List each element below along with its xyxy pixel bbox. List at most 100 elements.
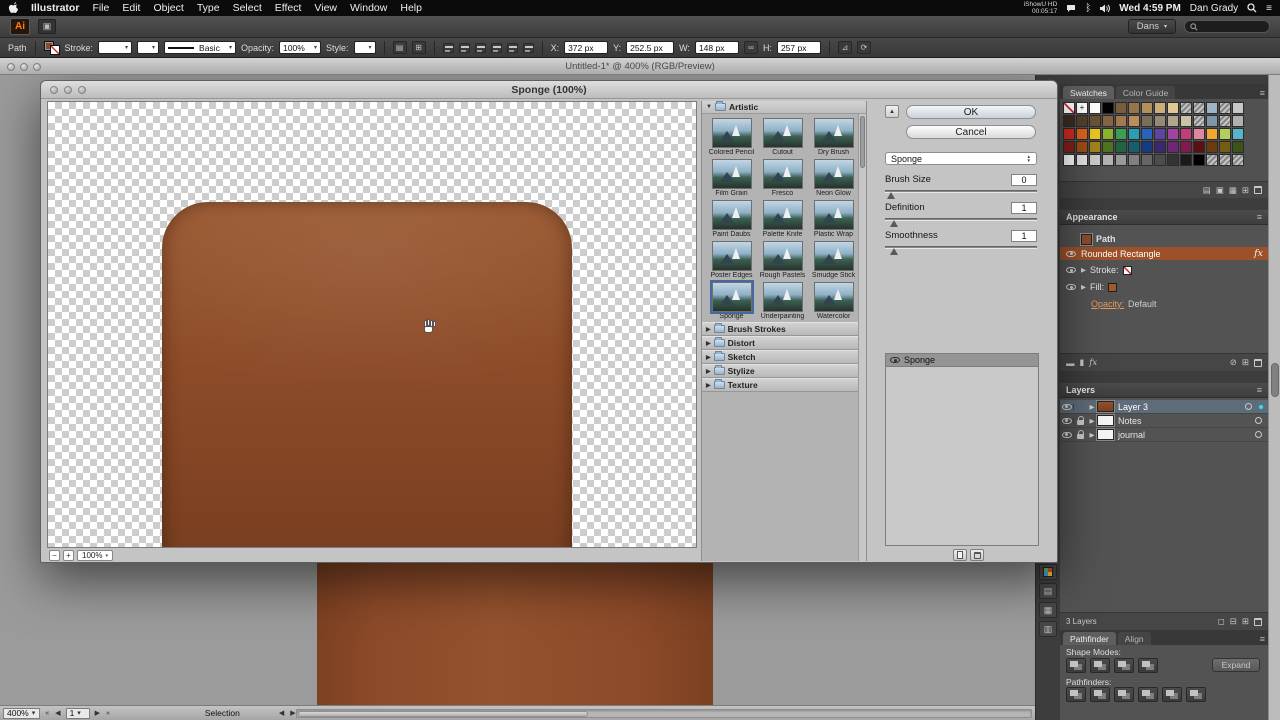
make-clipping-mask-icon[interactable]: ◻ bbox=[1218, 616, 1225, 627]
speech-bubble-icon[interactable] bbox=[1066, 4, 1076, 13]
expand-button[interactable]: Expand bbox=[1212, 658, 1260, 672]
filter-colored-pencil[interactable]: Colored Pencil bbox=[706, 118, 757, 156]
new-effect-layer-button[interactable] bbox=[953, 549, 967, 561]
align-left-icon[interactable] bbox=[442, 42, 454, 53]
last-artboard-button[interactable]: » bbox=[105, 710, 111, 717]
opacity-field[interactable]: 100% ▾ bbox=[279, 41, 322, 54]
spotlight-icon[interactable] bbox=[1247, 3, 1257, 13]
swatch[interactable] bbox=[1102, 115, 1114, 127]
new-effect-icon[interactable]: fx bbox=[1089, 358, 1097, 368]
swatch[interactable] bbox=[1180, 141, 1192, 153]
visibility-eye-icon[interactable] bbox=[1061, 403, 1072, 410]
filter-watercolor[interactable]: Watercolor bbox=[808, 282, 859, 320]
param-slider-brush-size[interactable] bbox=[885, 186, 1037, 200]
panel-menu-icon[interactable]: ≡ bbox=[1257, 212, 1262, 222]
menu-item-select[interactable]: Select bbox=[233, 2, 262, 14]
disclosure-triangle-icon[interactable]: ▶ bbox=[1087, 431, 1097, 439]
filter-browser-scrollbar[interactable] bbox=[858, 114, 866, 561]
panel-dock-scrollbar-thumb[interactable] bbox=[1271, 363, 1279, 397]
swatch[interactable] bbox=[1219, 141, 1231, 153]
apple-icon[interactable] bbox=[8, 2, 18, 14]
swatch[interactable] bbox=[1206, 128, 1218, 140]
swatch[interactable] bbox=[1167, 115, 1179, 127]
disclosure-triangle-icon[interactable]: ▶ bbox=[1087, 403, 1097, 411]
tab-pathfinder[interactable]: Pathfinder bbox=[1063, 632, 1116, 645]
menu-user[interactable]: Dan Grady bbox=[1190, 3, 1238, 14]
minimize-button[interactable] bbox=[20, 63, 28, 71]
hide-thumbnails-button[interactable]: ▲ bbox=[885, 105, 899, 118]
swatch[interactable] bbox=[1232, 102, 1244, 114]
swatch[interactable] bbox=[1128, 141, 1140, 153]
category-sketch[interactable]: ▶ Sketch bbox=[702, 350, 866, 364]
category-artistic[interactable]: ▼ Artistic bbox=[702, 101, 866, 114]
effect-layer-row[interactable]: Sponge bbox=[886, 354, 1038, 367]
artboard-nav-field[interactable]: 1 ▾ bbox=[65, 707, 90, 719]
swatch[interactable] bbox=[1206, 102, 1218, 114]
artboard-rounded-rectangle[interactable] bbox=[317, 562, 713, 706]
delete-layer-icon[interactable] bbox=[1254, 617, 1262, 626]
menu-item-object[interactable]: Object bbox=[153, 2, 183, 14]
layers-header[interactable]: Layers ≡ bbox=[1060, 383, 1268, 398]
dialog-close-button[interactable] bbox=[50, 86, 58, 94]
dock-symbols-panel-icon[interactable]: ▦ bbox=[1039, 602, 1057, 618]
swatch[interactable] bbox=[1219, 128, 1231, 140]
visibility-eye-icon[interactable] bbox=[1066, 284, 1076, 290]
scroll-left-button[interactable]: ◀ bbox=[278, 709, 285, 717]
visibility-eye-icon[interactable] bbox=[1061, 431, 1072, 438]
dialog-zoom-button[interactable] bbox=[78, 86, 86, 94]
align-top-icon[interactable] bbox=[490, 42, 502, 53]
dialog-minimize-button[interactable] bbox=[64, 86, 72, 94]
swatch[interactable] bbox=[1089, 102, 1101, 114]
delete-swatch-icon[interactable] bbox=[1254, 186, 1262, 194]
new-swatch-icon[interactable]: ⊞ bbox=[1242, 185, 1249, 196]
prev-artboard-button[interactable]: ◀ bbox=[54, 709, 61, 717]
slider-thumb[interactable] bbox=[890, 248, 898, 255]
filter-palette-knife[interactable]: Palette Knife bbox=[757, 200, 808, 238]
swatch[interactable] bbox=[1115, 154, 1127, 166]
target-circle-icon[interactable] bbox=[1245, 403, 1252, 410]
swatch[interactable] bbox=[1115, 115, 1127, 127]
zoom-in-button[interactable]: + bbox=[63, 550, 74, 561]
stroke-profile-select[interactable]: ▾ bbox=[137, 41, 160, 54]
swatch[interactable] bbox=[1141, 141, 1153, 153]
close-button[interactable] bbox=[7, 63, 15, 71]
next-artboard-button[interactable]: ▶ bbox=[94, 709, 101, 717]
stroke-color-swatch[interactable] bbox=[1122, 265, 1132, 275]
swatch-registration[interactable]: + bbox=[1076, 102, 1088, 114]
effect-layers-list[interactable]: Sponge bbox=[885, 353, 1039, 546]
swatch-pattern[interactable] bbox=[1180, 102, 1192, 114]
dialog-title-bar[interactable]: Sponge (100%) bbox=[41, 81, 1057, 99]
swatch[interactable] bbox=[1154, 115, 1166, 127]
align-bottom-icon[interactable] bbox=[522, 42, 534, 53]
filter-rough-pastels[interactable]: Rough Pastels bbox=[757, 241, 808, 279]
disclosure-triangle-icon[interactable]: ▶ bbox=[1087, 417, 1097, 425]
minus-front-button[interactable] bbox=[1090, 658, 1110, 673]
swatch-pattern[interactable] bbox=[1219, 115, 1231, 127]
fx-icon[interactable]: fx bbox=[1254, 248, 1263, 259]
swatch-pattern[interactable] bbox=[1206, 154, 1218, 166]
param-value-definition[interactable]: 1 bbox=[1011, 201, 1037, 214]
zoom-out-button[interactable]: − bbox=[49, 550, 60, 561]
swatch[interactable] bbox=[1063, 115, 1075, 127]
filter-preset-select[interactable]: Sponge ▲ ▼ bbox=[885, 152, 1037, 165]
swatch[interactable] bbox=[1154, 141, 1166, 153]
trim-button[interactable] bbox=[1090, 687, 1110, 702]
swatch[interactable] bbox=[1115, 141, 1127, 153]
delete-item-icon[interactable] bbox=[1254, 358, 1262, 367]
swatch[interactable] bbox=[1193, 141, 1205, 153]
swatch[interactable] bbox=[1128, 154, 1140, 166]
appearance-row-opacity[interactable]: Opacity: Default bbox=[1060, 297, 1268, 311]
merge-button[interactable] bbox=[1114, 687, 1134, 702]
preview-pane[interactable] bbox=[47, 101, 697, 548]
tab-color-guide[interactable]: Color Guide bbox=[1115, 86, 1176, 99]
search-input[interactable] bbox=[1184, 20, 1270, 33]
swatch[interactable] bbox=[1154, 102, 1166, 114]
menu-item-help[interactable]: Help bbox=[400, 2, 422, 14]
x-field[interactable]: 372 px bbox=[564, 41, 609, 54]
brush-definition-select[interactable]: Basic ▾ bbox=[164, 41, 237, 54]
panel-menu-icon[interactable]: ≡ bbox=[1260, 634, 1265, 644]
screen-recorder-status[interactable]: iShowU HD 00:05:17 bbox=[1024, 1, 1058, 15]
filter-film-grain[interactable]: Film Grain bbox=[706, 159, 757, 197]
menu-item-file[interactable]: File bbox=[92, 2, 109, 14]
new-layer-icon[interactable]: ⊞ bbox=[1242, 616, 1249, 627]
